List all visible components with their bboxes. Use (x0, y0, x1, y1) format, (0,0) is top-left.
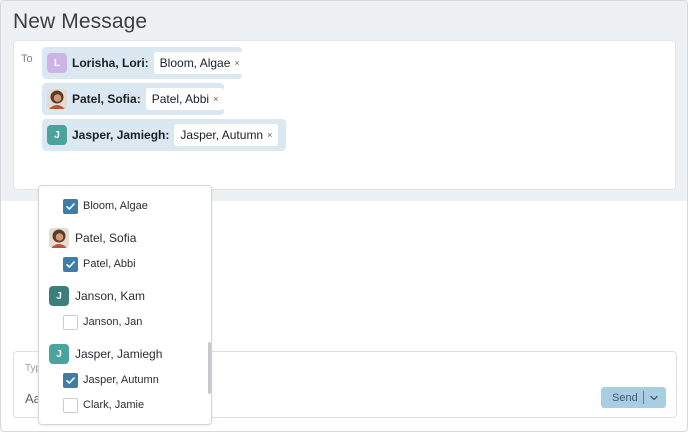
recipient-chip-jasper[interactable]: J Jasper, Jamiegh: Jasper, Autumn × (42, 119, 286, 151)
avatar: J (49, 286, 69, 306)
checkbox-unchecked-icon[interactable] (63, 397, 78, 413)
avatar: J (49, 344, 69, 364)
sub-recipient-label: Patel, Abbi (151, 92, 210, 106)
remove-icon[interactable]: × (234, 58, 239, 68)
option-label: Jasper, Autumn (83, 374, 159, 386)
option-label: Janson, Jan (83, 316, 143, 328)
recipient-name: Jasper, Jamiegh: (72, 128, 170, 142)
recipient-name: Patel, Sofia: (72, 92, 141, 106)
recipient-dropdown[interactable]: Bloom, Algae Patel, Sofia Patel, Abbi J … (38, 185, 212, 425)
recipient-chip-lorisha[interactable]: L Lorisha, Lori: Bloom, Algae × (42, 47, 246, 79)
avatar-photo (49, 228, 69, 248)
dropdown-option-janson-jan[interactable]: Janson, Jan (63, 313, 211, 331)
sub-recipient-chip[interactable]: Bloom, Algae × (153, 52, 246, 74)
checkbox-checked-icon[interactable] (63, 372, 78, 388)
recipient-chip-patel[interactable]: Patel, Sofia: Patel, Abbi × (42, 83, 225, 115)
send-divider (643, 391, 644, 404)
option-label: Patel, Abbi (83, 258, 136, 270)
remove-icon[interactable]: × (267, 130, 272, 140)
remove-icon[interactable]: × (213, 94, 218, 104)
group-label: Janson, Kam (75, 289, 146, 303)
dropdown-group-patel-sofia[interactable]: Patel, Sofia (49, 228, 211, 248)
avatar: L (47, 53, 67, 73)
chevron-down-icon[interactable] (649, 393, 659, 403)
sub-recipient-chip[interactable]: Patel, Abbi × (145, 88, 225, 110)
checkbox-checked-icon[interactable] (63, 256, 78, 272)
to-label: To (21, 53, 33, 65)
send-label: Send (612, 391, 638, 404)
dropdown-scrollbar[interactable] (208, 342, 211, 394)
dropdown-option-jasper-autumn[interactable]: Jasper, Autumn (63, 371, 211, 389)
recipient-name: Lorisha, Lori: (72, 56, 149, 70)
sub-recipient-label: Jasper, Autumn (180, 128, 264, 142)
checkbox-unchecked-icon[interactable] (63, 314, 78, 330)
option-label: Bloom, Algae (83, 200, 148, 212)
page-title: New Message (13, 10, 148, 33)
dropdown-option-bloom-algae[interactable]: Bloom, Algae (63, 197, 211, 215)
send-button[interactable]: Send (601, 387, 666, 408)
avatar: J (47, 125, 67, 145)
dropdown-group-jasper-jamiegh[interactable]: J Jasper, Jamiegh (49, 344, 211, 364)
dropdown-option-clark-jamie[interactable]: Clark, Jamie (63, 396, 211, 414)
group-label: Patel, Sofia (75, 231, 137, 245)
sub-recipient-chip[interactable]: Jasper, Autumn × (174, 124, 279, 146)
group-label: Jasper, Jamiegh (75, 347, 163, 361)
sub-recipient-label: Bloom, Algae (159, 56, 231, 70)
option-label: Clark, Jamie (83, 399, 145, 411)
dropdown-option-patel-abbi[interactable]: Patel, Abbi (63, 255, 211, 273)
checkbox-checked-icon[interactable] (63, 198, 78, 214)
dropdown-group-janson-kam[interactable]: J Janson, Kam (49, 286, 211, 306)
recipients-field[interactable]: To L Lorisha, Lori: Bloom, Algae × Patel… (13, 40, 676, 190)
avatar-photo (47, 89, 67, 109)
